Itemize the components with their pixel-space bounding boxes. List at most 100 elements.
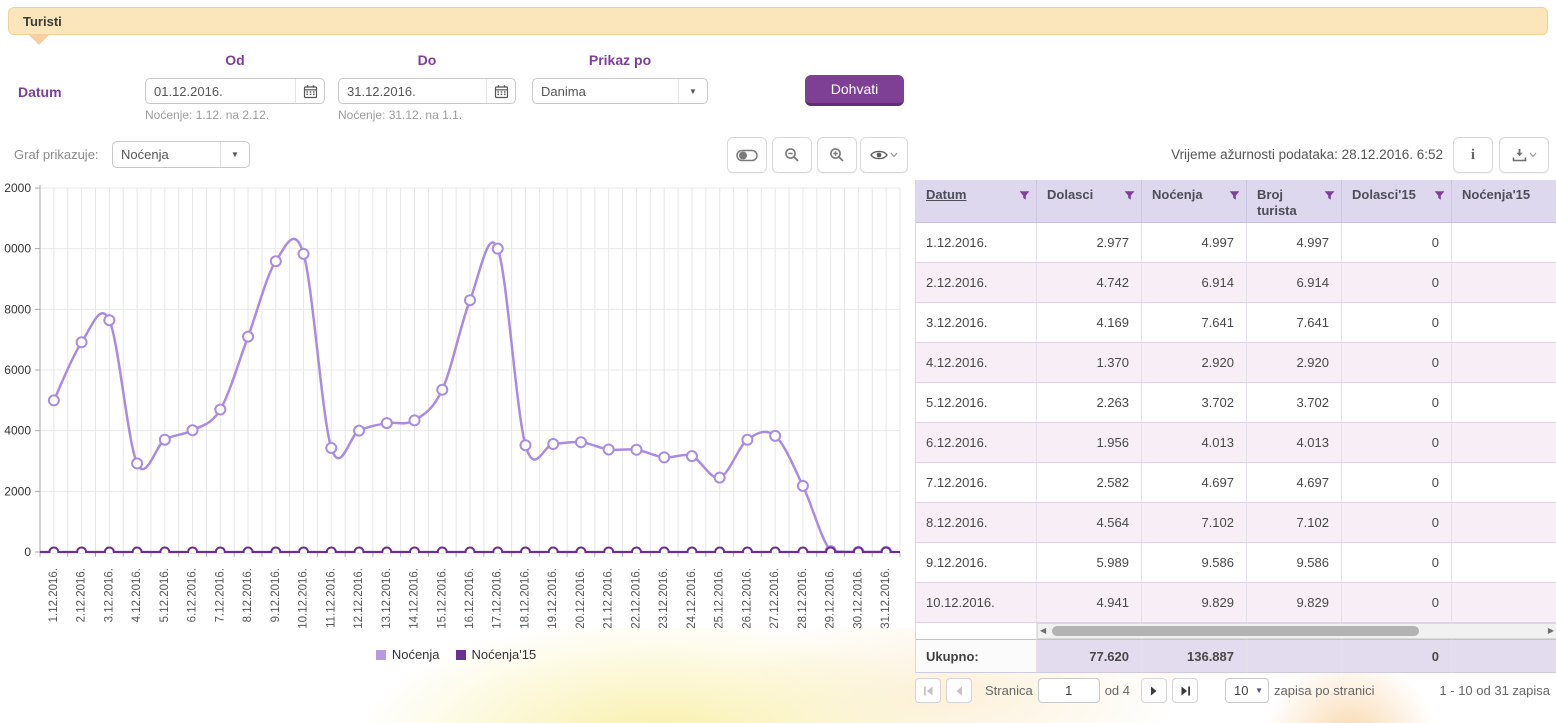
calendar-icon[interactable]	[295, 79, 324, 103]
table-row[interactable]: 2.12.2016.4.7426.9146.9140	[916, 263, 1556, 303]
date-to-field[interactable]: 31.12.2016.	[338, 78, 516, 104]
scrollbar-thumb[interactable]	[1052, 626, 1419, 636]
date-from-field[interactable]: 01.12.2016.	[145, 78, 325, 104]
info-button[interactable]: i	[1453, 137, 1493, 173]
data-point[interactable]	[771, 548, 780, 557]
data-point[interactable]	[49, 548, 58, 557]
data-point[interactable]	[770, 431, 780, 441]
filter-icon[interactable]	[1324, 189, 1335, 218]
scroll-left-icon[interactable]: ◀	[1040, 627, 1046, 635]
legend-item-nocenja[interactable]: Noćenja	[376, 647, 440, 662]
next-page-button[interactable]	[1141, 678, 1167, 703]
column-header-broj-turista[interactable]: Broj turista	[1247, 180, 1342, 223]
data-point[interactable]	[660, 548, 669, 557]
data-point[interactable]	[715, 473, 725, 483]
data-point[interactable]	[742, 435, 752, 445]
data-point[interactable]	[632, 548, 641, 557]
data-point[interactable]	[798, 481, 808, 491]
data-point[interactable]	[520, 440, 530, 450]
data-point[interactable]	[77, 337, 87, 347]
zoom-in-button[interactable]	[817, 137, 857, 173]
data-point[interactable]	[243, 332, 253, 342]
dohvati-button[interactable]: Dohvati	[805, 75, 904, 106]
data-point[interactable]	[271, 548, 280, 557]
data-point[interactable]	[160, 435, 170, 445]
graf-prikazuje-select[interactable]: Noćenja ▼	[112, 141, 250, 168]
data-point[interactable]	[216, 548, 225, 557]
data-point[interactable]	[631, 445, 641, 455]
data-point[interactable]	[715, 548, 724, 557]
table-row[interactable]: 6.12.2016.1.9564.0134.0130	[916, 423, 1556, 463]
last-page-button[interactable]	[1172, 678, 1198, 703]
visibility-menu-button[interactable]	[860, 137, 908, 173]
column-header-dolasci[interactable]: Dolasci	[1037, 180, 1142, 223]
table-row[interactable]: 4.12.2016.1.3702.9202.9200	[916, 343, 1556, 383]
data-point[interactable]	[466, 548, 475, 557]
data-point[interactable]	[382, 418, 392, 428]
data-point[interactable]	[160, 548, 169, 557]
zoom-out-button[interactable]	[772, 137, 812, 173]
chevron-down-icon[interactable]: ▼	[220, 142, 249, 167]
data-point[interactable]	[77, 548, 86, 557]
data-point[interactable]	[687, 451, 697, 461]
data-point[interactable]	[604, 444, 614, 454]
table-row[interactable]: 5.12.2016.2.2633.7023.7020	[916, 383, 1556, 423]
data-point[interactable]	[188, 425, 198, 435]
date-from-value[interactable]: 01.12.2016.	[146, 79, 295, 103]
data-point[interactable]	[49, 395, 59, 405]
filter-icon[interactable]	[1019, 189, 1030, 218]
data-point[interactable]	[465, 295, 475, 305]
column-header-datum[interactable]: Datum	[916, 180, 1037, 223]
data-point[interactable]	[299, 249, 309, 259]
data-point[interactable]	[798, 548, 807, 557]
data-point[interactable]	[604, 548, 613, 557]
data-point[interactable]	[410, 548, 419, 557]
data-point[interactable]	[743, 548, 752, 557]
tab-turisti[interactable]: Turisti	[9, 14, 62, 29]
column-header-no-enja[interactable]: Noćenja	[1142, 180, 1247, 223]
data-point[interactable]	[132, 458, 142, 468]
date-to-value[interactable]: 31.12.2016.	[339, 79, 486, 103]
filter-icon[interactable]	[1229, 189, 1240, 218]
table-row[interactable]: 9.12.2016.5.9899.5869.5860	[916, 543, 1556, 583]
previous-page-button[interactable]	[946, 678, 972, 703]
data-point[interactable]	[437, 385, 447, 395]
data-point[interactable]	[104, 315, 114, 325]
table-row[interactable]: 8.12.2016.4.5647.1027.1020	[916, 503, 1556, 543]
data-point[interactable]	[854, 548, 863, 557]
data-point[interactable]	[659, 452, 669, 462]
page-size-select[interactable]: 10 ▼	[1225, 678, 1269, 703]
data-point[interactable]	[576, 437, 586, 447]
prikaz-po-select[interactable]: Danima ▼	[532, 78, 708, 104]
data-point[interactable]	[105, 548, 114, 557]
page-number-input[interactable]	[1038, 678, 1100, 703]
data-point[interactable]	[438, 548, 447, 557]
data-point[interactable]	[410, 415, 420, 425]
data-point[interactable]	[326, 443, 336, 453]
horizontal-scrollbar[interactable]: ◀ ▶	[1037, 623, 1556, 639]
data-point[interactable]	[576, 548, 585, 557]
data-point[interactable]	[354, 426, 364, 436]
toggle-view-button[interactable]	[727, 137, 767, 173]
data-point[interactable]	[188, 548, 197, 557]
column-header-no-enja-15[interactable]: Noćenja'15	[1452, 180, 1556, 223]
data-point[interactable]	[299, 548, 308, 557]
data-point[interactable]	[133, 548, 142, 557]
export-menu-button[interactable]	[1499, 137, 1549, 173]
data-point[interactable]	[826, 548, 835, 557]
data-point[interactable]	[687, 548, 696, 557]
data-point[interactable]	[355, 548, 364, 557]
table-row[interactable]: 10.12.2016.4.9419.8299.8290	[916, 583, 1556, 623]
table-row[interactable]: 7.12.2016.2.5824.6974.6970	[916, 463, 1556, 503]
data-point[interactable]	[549, 548, 558, 557]
legend-item-nocenja15[interactable]: Noćenja'15	[456, 647, 537, 662]
table-row[interactable]: 1.12.2016.2.9774.9974.9970	[916, 223, 1556, 263]
data-point[interactable]	[327, 548, 336, 557]
data-point[interactable]	[521, 548, 530, 557]
data-point[interactable]	[493, 548, 502, 557]
data-point[interactable]	[493, 244, 503, 254]
data-point[interactable]	[271, 256, 281, 266]
data-point[interactable]	[548, 439, 558, 449]
calendar-icon[interactable]	[486, 79, 515, 103]
first-page-button[interactable]	[915, 678, 941, 703]
